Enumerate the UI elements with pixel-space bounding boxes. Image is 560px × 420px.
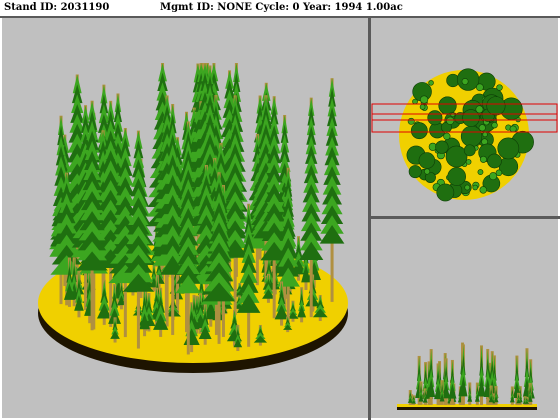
- perspective-view[interactable]: [2, 18, 368, 418]
- top-view-canvas[interactable]: [371, 18, 558, 216]
- tree-layer: [49, 63, 345, 355]
- profile-tree-layer: [407, 342, 535, 405]
- perspective-canvas[interactable]: [2, 18, 368, 418]
- stand-id-label: Stand ID: 2031190: [4, 2, 110, 13]
- status-header: Stand ID: 2031190 Mgmt ID: NONE Cycle: 0…: [0, 0, 560, 16]
- profile-view[interactable]: [371, 219, 558, 418]
- top-view[interactable]: [371, 18, 558, 216]
- management-info-label: Mgmt ID: NONE Cycle: 0 Year: 1994 1.00ac: [160, 2, 403, 13]
- profile-view-canvas[interactable]: [371, 219, 558, 418]
